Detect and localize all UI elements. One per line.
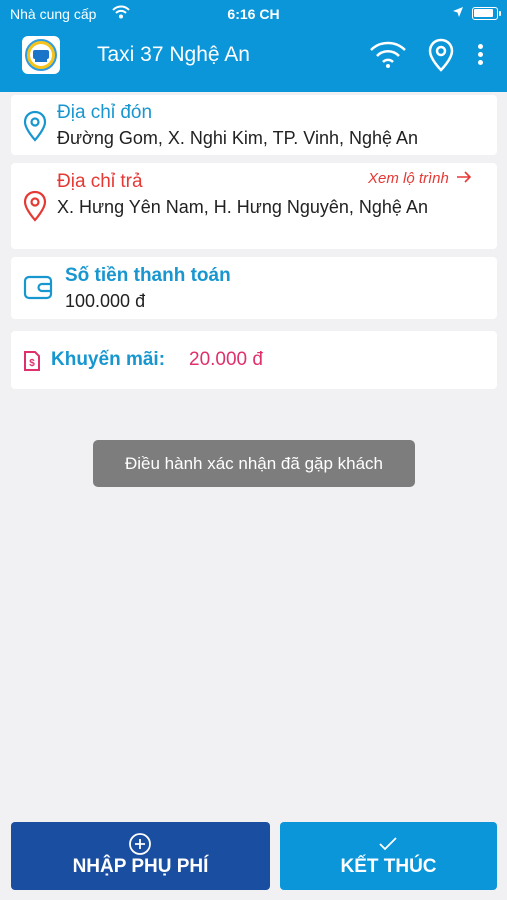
pickup-label: Địa chỉ đón: [57, 102, 153, 123]
app-logo: [22, 36, 60, 74]
status-time: 6:16 CH: [227, 6, 280, 22]
dropoff-label: Địa chỉ trả: [57, 171, 143, 192]
location-pin-icon[interactable]: [428, 38, 454, 72]
top-bar: Nhà cung cấp 6:16 CH Taxi 37 Nghệ An: [0, 0, 507, 92]
pickup-address: Đường Gom, X. Nghi Kim, TP. Vinh, Nghệ A…: [57, 128, 419, 148]
status-bar: Nhà cung cấp 6:16 CH: [0, 0, 507, 28]
view-route-label: Xem lộ trình: [368, 170, 449, 187]
finish-trip-button[interactable]: KẾT THÚC: [280, 822, 497, 890]
payment-card: Số tiền thanh toán 100.000 đ: [11, 257, 497, 319]
finish-trip-label: KẾT THÚC: [340, 856, 437, 877]
app-title: Taxi 37 Nghệ An: [97, 43, 250, 66]
toast-message: Điều hành xác nhận đã gặp khách: [93, 440, 415, 487]
payment-label: Số tiền thanh toán: [65, 265, 231, 286]
app-bar: Taxi 37 Nghệ An: [0, 28, 507, 92]
enter-surcharge-label: NHẬP PHỤ PHÍ: [72, 856, 209, 877]
receipt-icon: $: [24, 351, 40, 371]
payment-amount: 100.000 đ: [65, 291, 146, 311]
view-route-link[interactable]: Xem lộ trình: [368, 170, 472, 188]
checkmark-icon: [379, 837, 397, 851]
battery-icon: [472, 7, 501, 20]
arrow-right-icon: [457, 171, 472, 183]
dropoff-location-icon: [23, 190, 47, 222]
dropoff-card: Địa chỉ trả Xem lộ trình X. Hưng Yên Nam…: [11, 163, 497, 249]
svg-text:$: $: [29, 358, 35, 369]
connection-status-icon[interactable]: [368, 38, 408, 70]
pickup-card: Địa chỉ đón Đường Gom, X. Nghi Kim, TP. …: [11, 95, 497, 155]
more-menu-icon[interactable]: [470, 40, 490, 70]
add-circle-icon: [129, 833, 151, 855]
promotion-label: Khuyến mãi:: [51, 349, 166, 370]
location-arrow-icon: [453, 7, 463, 17]
promotion-card: $ Khuyến mãi: 20.000 đ: [11, 331, 497, 389]
dropoff-address: X. Hưng Yên Nam, H. Hưng Nguyên, Nghệ An: [57, 197, 428, 217]
wallet-icon: [23, 275, 53, 300]
pickup-location-icon: [23, 110, 47, 142]
enter-surcharge-button[interactable]: NHẬP PHỤ PHÍ: [11, 822, 270, 890]
promotion-amount: 20.000 đ: [189, 349, 263, 370]
